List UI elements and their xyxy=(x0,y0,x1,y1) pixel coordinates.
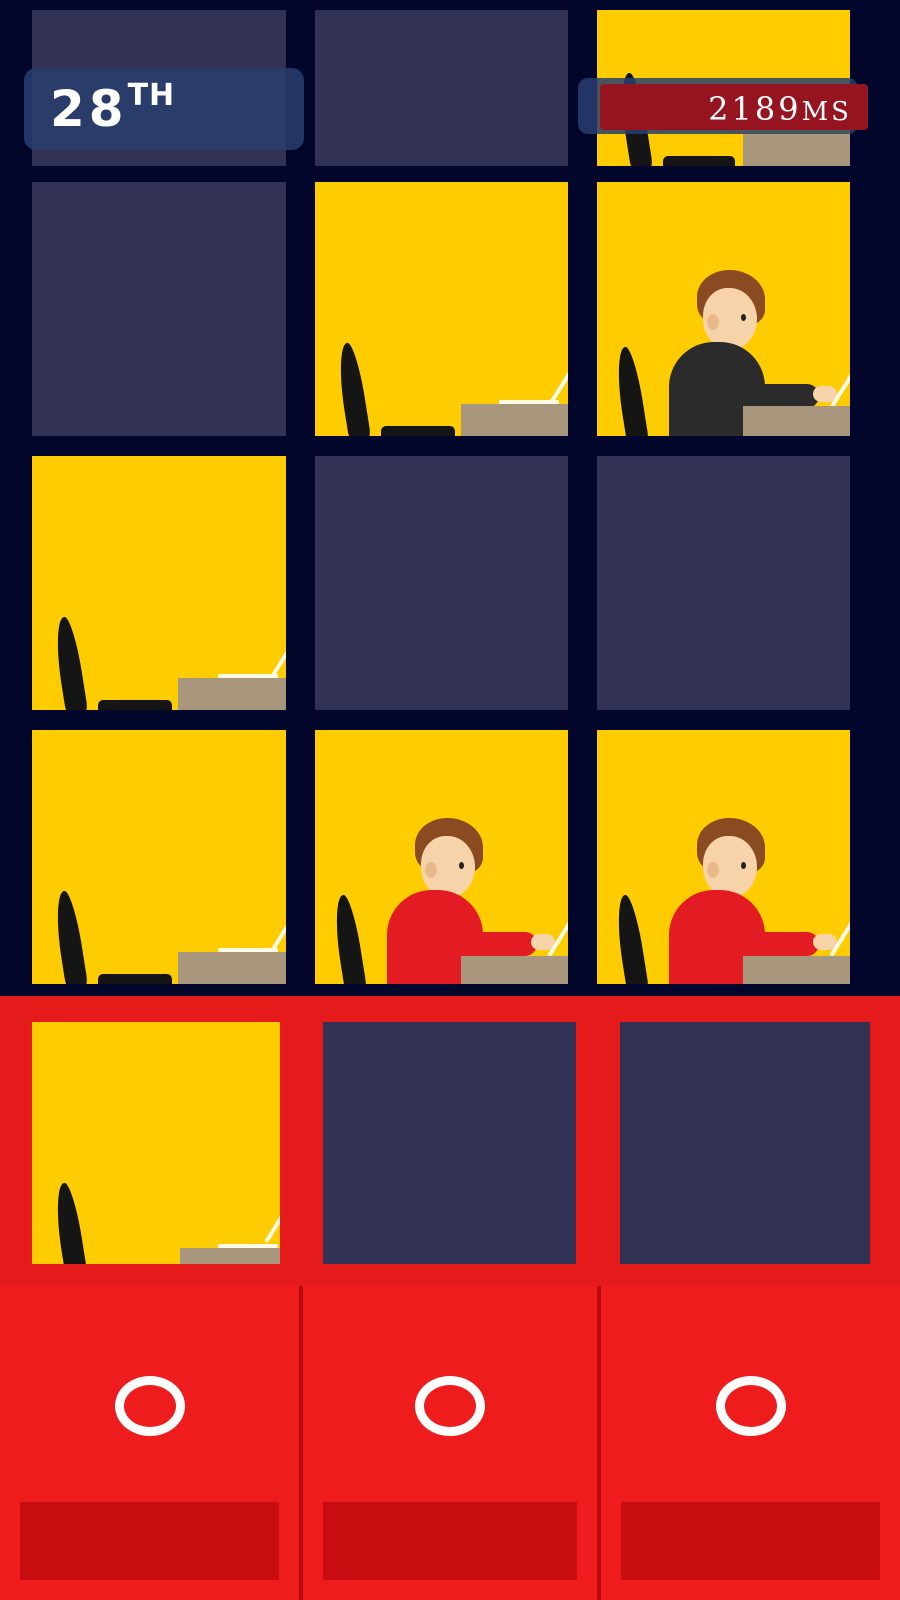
window-r3-c2 xyxy=(315,456,568,710)
window-r2-c2 xyxy=(315,182,568,436)
window-r4-c3 xyxy=(597,730,850,984)
window-r1-c2 xyxy=(315,10,568,166)
window-r5-c1 xyxy=(32,1022,280,1264)
chair xyxy=(612,893,649,984)
rank-number: 28 xyxy=(50,80,128,138)
window-r4-c1 xyxy=(32,730,286,984)
desk xyxy=(461,956,568,984)
window-r5-c3 xyxy=(620,1022,870,1264)
tap-button-left[interactable]: O xyxy=(0,1286,299,1600)
laptop xyxy=(829,357,850,410)
laptop xyxy=(829,905,850,958)
chair-base xyxy=(381,426,455,436)
circle-icon xyxy=(715,1376,786,1436)
window-r3-c1 xyxy=(32,456,286,710)
chair-base xyxy=(98,700,172,710)
desk xyxy=(178,952,286,984)
chair xyxy=(334,341,371,436)
window-r4-c2 xyxy=(315,730,568,984)
laptop xyxy=(264,1191,280,1244)
button-tray xyxy=(621,1502,880,1580)
button-label: O xyxy=(601,1366,900,1377)
tap-button-right[interactable]: O xyxy=(601,1286,900,1600)
chair xyxy=(51,889,88,984)
chair xyxy=(51,1181,88,1264)
time-unit: MS xyxy=(801,97,852,127)
desk xyxy=(180,1248,280,1264)
timer-display: 2189MS xyxy=(708,90,852,128)
desk xyxy=(461,404,568,436)
window-r5-c2 xyxy=(323,1022,576,1264)
laptop xyxy=(547,905,568,958)
timer-badge: 2189MS xyxy=(600,84,868,130)
tap-button-middle[interactable]: O xyxy=(303,1286,597,1600)
window-r2-c3 xyxy=(597,182,850,436)
chair-base xyxy=(663,156,735,166)
rank-display: 28TH xyxy=(50,78,176,138)
game-stage: O O O 28TH 2189MS xyxy=(0,0,900,1600)
desk xyxy=(178,678,286,710)
chair xyxy=(612,345,649,436)
window-r3-c3 xyxy=(597,456,850,710)
chair-base xyxy=(98,974,172,984)
rank-suffix: TH xyxy=(127,78,176,113)
circle-icon xyxy=(415,1376,485,1436)
desk xyxy=(743,956,850,984)
desk xyxy=(743,134,850,166)
desk xyxy=(743,406,850,436)
time-value: 2189 xyxy=(708,90,802,128)
rank-badge: 28TH xyxy=(24,68,304,150)
window-r2-c1 xyxy=(32,182,286,436)
chair xyxy=(330,893,367,984)
button-tray xyxy=(20,1502,279,1580)
button-tray xyxy=(323,1502,577,1580)
button-label: O xyxy=(0,1366,299,1377)
button-label: O xyxy=(303,1366,597,1377)
chair xyxy=(51,615,88,710)
circle-icon xyxy=(114,1376,185,1436)
